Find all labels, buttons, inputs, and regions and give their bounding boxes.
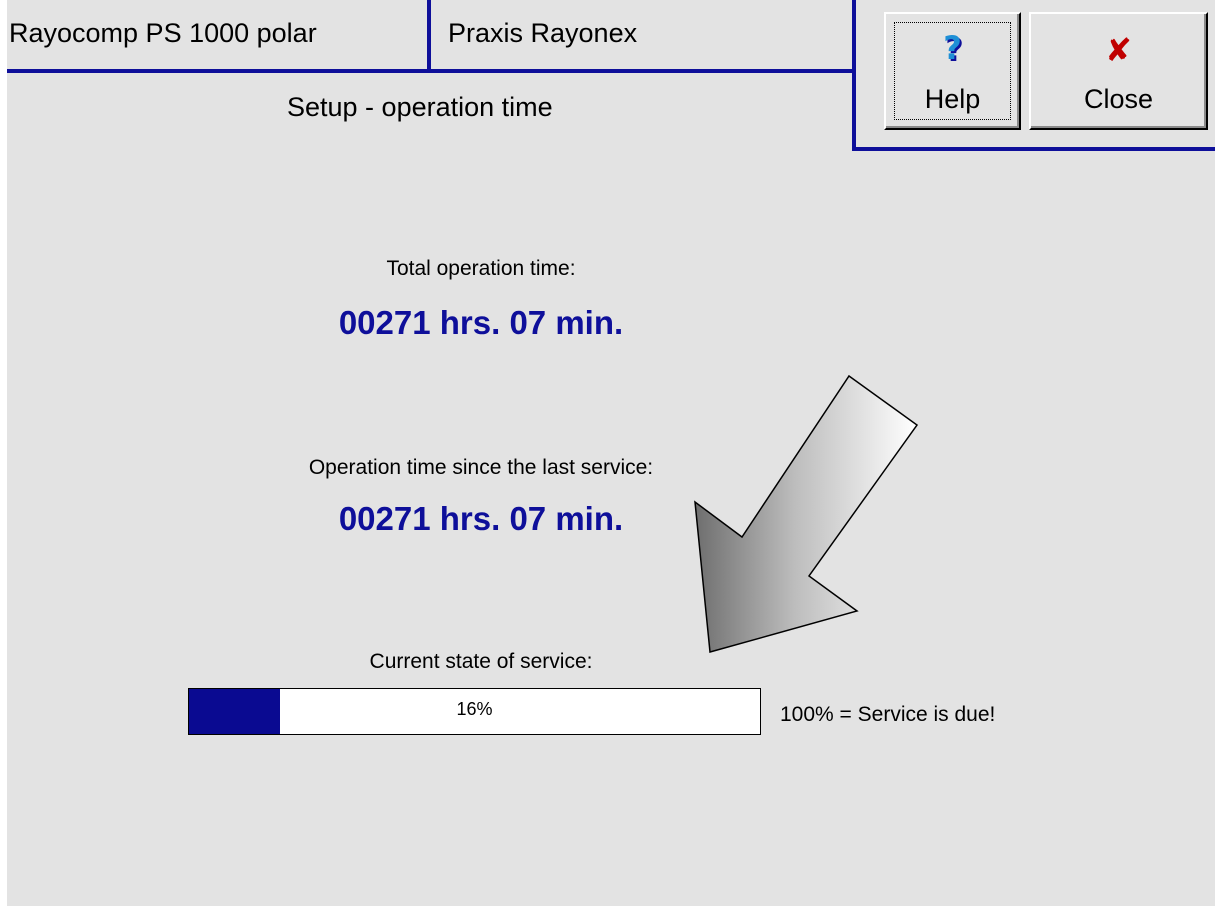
setup-screen: Rayocomp PS 1000 polar Praxis Rayonex Se… <box>7 0 1215 906</box>
down-left-arrow-icon <box>694 374 919 653</box>
